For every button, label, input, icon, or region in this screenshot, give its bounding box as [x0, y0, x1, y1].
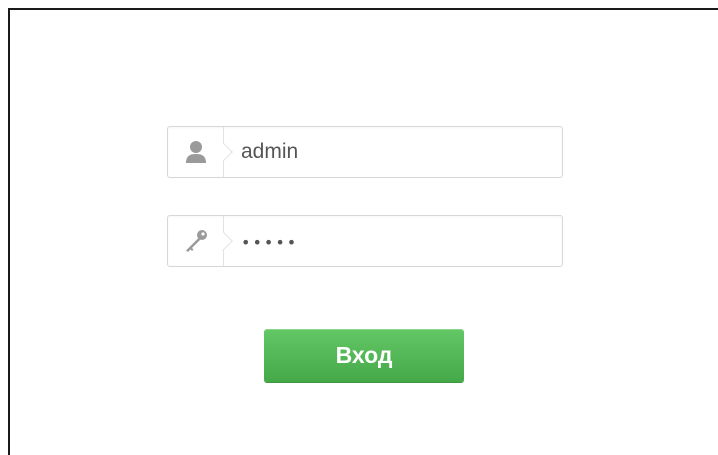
login-button[interactable]: Вход [264, 329, 464, 382]
password-field[interactable]: ••••• [167, 215, 563, 267]
key-icon [185, 230, 207, 252]
login-panel: admin ••••• Вход [8, 8, 718, 455]
password-value[interactable]: ••••• [241, 217, 298, 267]
user-icon [185, 141, 206, 163]
username-field[interactable]: admin [167, 126, 563, 178]
username-value[interactable]: admin [241, 127, 298, 177]
